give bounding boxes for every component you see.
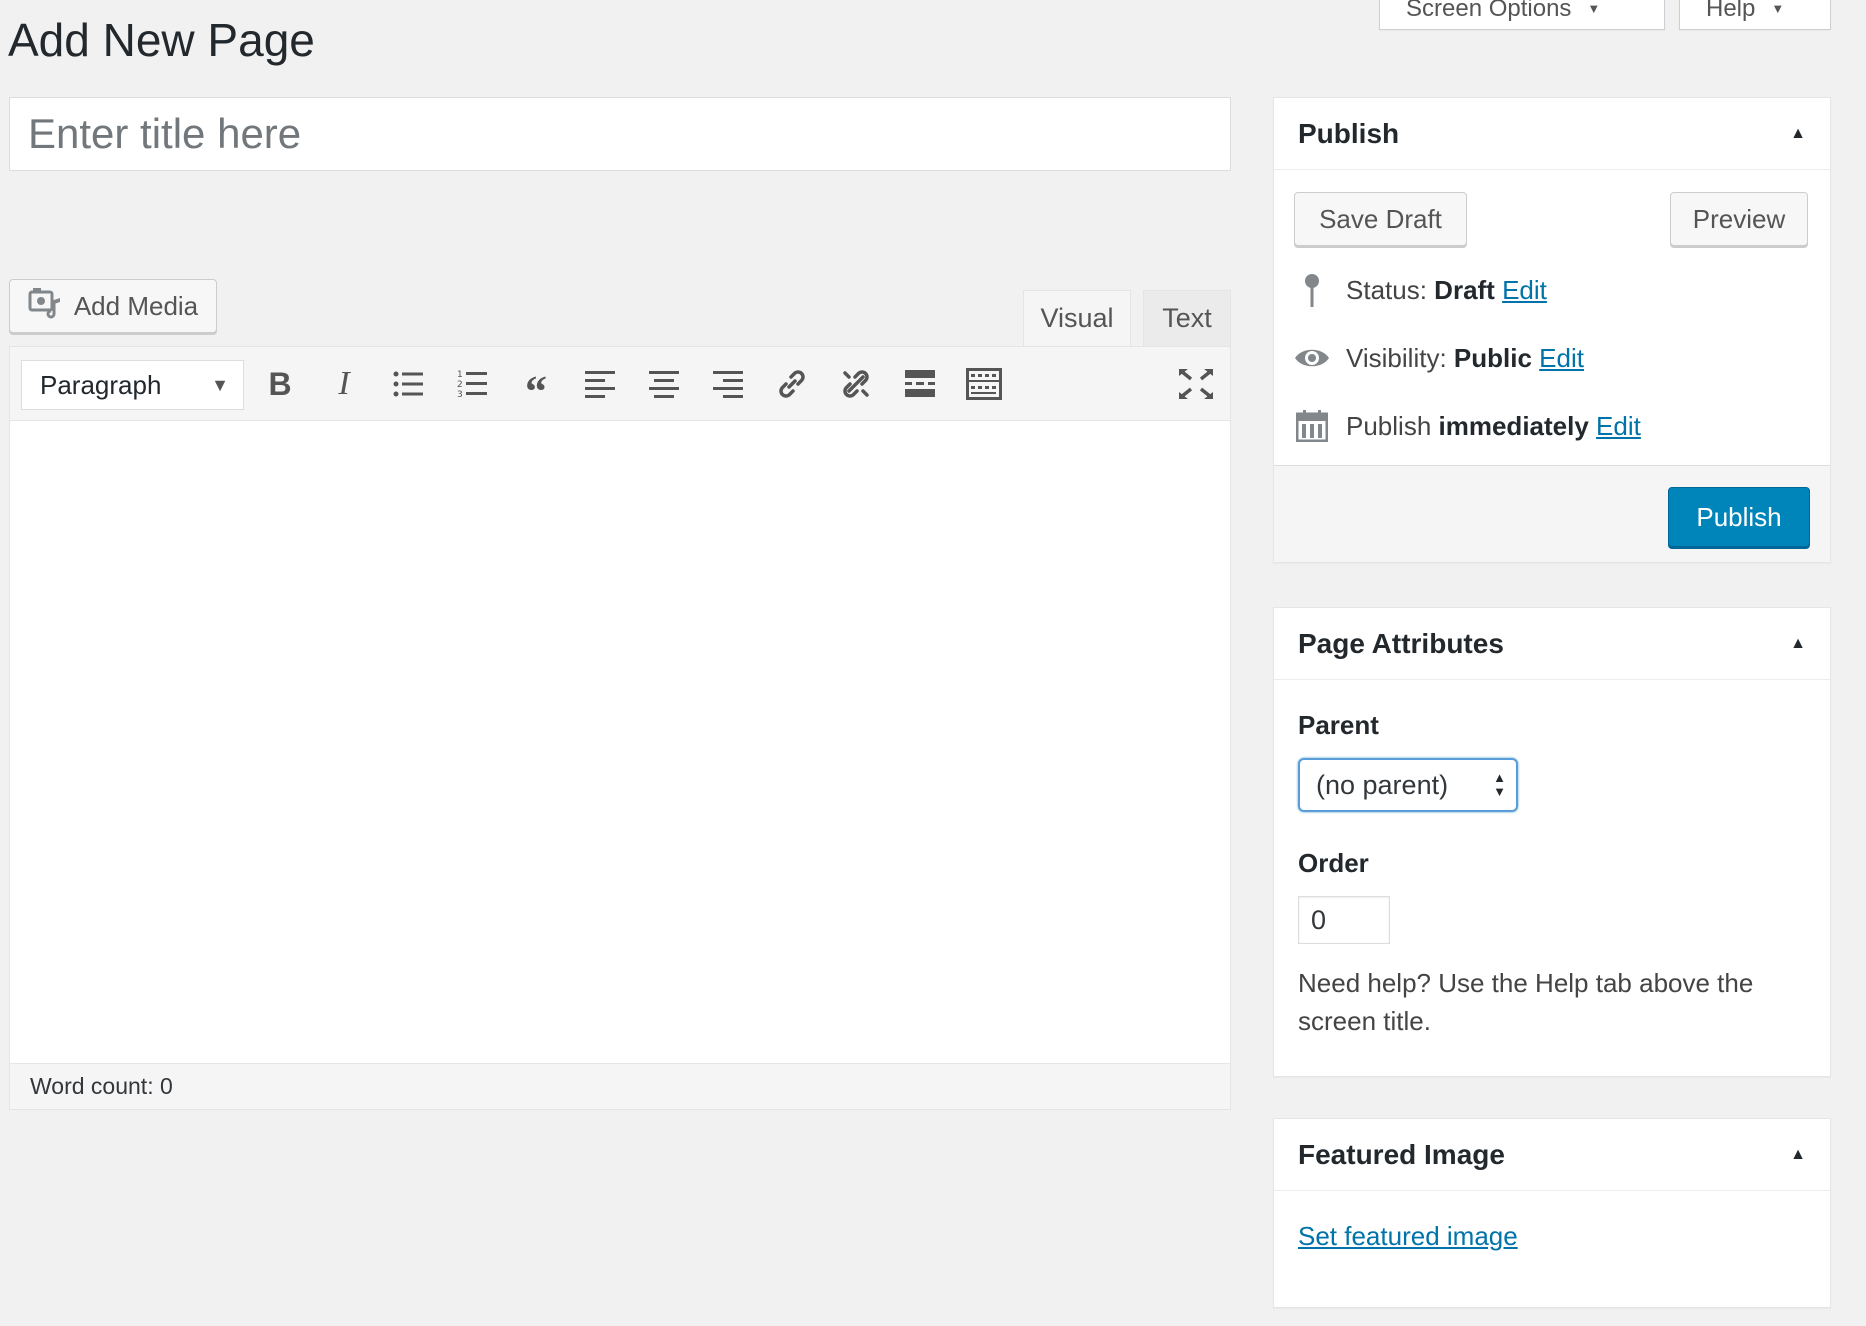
screen-options-button[interactable]: Screen Options ▼ <box>1379 0 1665 30</box>
select-arrows-icon: ▲ ▼ <box>1493 770 1506 799</box>
collapse-toggle-icon[interactable]: ▲ <box>1790 1146 1806 1164</box>
publish-actions: Publish <box>1274 465 1830 562</box>
save-draft-button[interactable]: Save Draft <box>1294 192 1467 246</box>
add-media-label: Add Media <box>73 290 199 321</box>
tab-text[interactable]: Text <box>1143 290 1231 346</box>
svg-text:1: 1 <box>457 370 463 380</box>
status-label: Status: <box>1346 274 1427 305</box>
visibility-row: Visibility: Public Edit <box>1294 338 1584 378</box>
align-center-icon[interactable] <box>641 361 687 407</box>
editor-toolbar: Paragraph ▼ B I 123 “ <box>10 347 1230 421</box>
parent-label: Parent <box>1298 710 1379 740</box>
caret-down-icon: ▼ <box>1771 1 1785 16</box>
bold-icon[interactable]: B <box>257 361 303 407</box>
edit-status-link[interactable]: Edit <box>1502 275 1547 305</box>
publish-time-row: Publish immediately Edit <box>1294 406 1641 446</box>
format-select[interactable]: Paragraph ▼ <box>21 360 244 410</box>
align-right-icon[interactable] <box>705 361 751 407</box>
featured-image-box: Featured Image ▲ Set featured image <box>1273 1118 1831 1308</box>
publish-button[interactable]: Publish <box>1668 487 1810 547</box>
set-featured-image-link[interactable]: Set featured image <box>1298 1221 1518 1252</box>
collapse-toggle-icon[interactable]: ▲ <box>1790 125 1806 143</box>
caret-down-icon: ▼ <box>1587 1 1601 16</box>
publish-label: Publish <box>1346 410 1432 441</box>
content-editor: Paragraph ▼ B I 123 “ Word count: 0 <box>9 346 1231 1110</box>
toolbar-toggle-icon[interactable] <box>961 361 1007 407</box>
page-attributes-title: Page Attributes <box>1298 627 1504 659</box>
eye-icon <box>1294 346 1330 370</box>
visibility-label: Visibility: <box>1346 342 1447 373</box>
publish-box: Publish ▲ Save Draft Preview Status: Dra… <box>1273 97 1831 563</box>
preview-button[interactable]: Preview <box>1670 192 1808 246</box>
screen-options-label: Screen Options <box>1406 0 1572 22</box>
page-attributes-header[interactable]: Page Attributes ▲ <box>1274 608 1830 680</box>
order-label: Order <box>1298 848 1369 878</box>
collapse-toggle-icon[interactable]: ▲ <box>1790 635 1806 653</box>
edit-publish-time-link[interactable]: Edit <box>1596 411 1641 441</box>
status-value: Draft <box>1434 274 1495 305</box>
parent-select[interactable]: (no parent) ▲ ▼ <box>1298 758 1518 812</box>
publish-box-title: Publish <box>1298 117 1400 149</box>
blockquote-icon[interactable]: “ <box>513 361 559 416</box>
featured-image-header[interactable]: Featured Image ▲ <box>1274 1119 1830 1191</box>
bulleted-list-icon[interactable] <box>385 361 431 407</box>
page-attributes-box: Page Attributes ▲ Parent (no parent) ▲ ▼ … <box>1273 607 1831 1077</box>
insert-link-icon[interactable] <box>769 361 815 407</box>
status-row: Status: Draft Edit <box>1294 270 1547 310</box>
title-placeholder: Enter title here <box>28 110 302 157</box>
media-icon <box>28 286 62 327</box>
help-text: Need help? Use the Help tab above the sc… <box>1298 968 1754 1036</box>
tab-visual[interactable]: Visual <box>1023 290 1131 346</box>
calendar-icon <box>1294 410 1330 442</box>
italic-icon[interactable]: I <box>321 361 367 407</box>
editor-content-area[interactable] <box>10 422 1230 1062</box>
order-input[interactable]: 0 <box>1298 896 1390 944</box>
featured-image-title: Featured Image <box>1298 1138 1505 1170</box>
parent-select-value: (no parent) <box>1316 769 1449 800</box>
caret-down-icon: ▼ <box>211 374 229 395</box>
remove-link-icon[interactable] <box>833 361 879 407</box>
pin-icon <box>1294 273 1330 307</box>
align-left-icon[interactable] <box>577 361 623 407</box>
help-label: Help <box>1706 0 1756 22</box>
add-media-button[interactable]: Add Media <box>9 279 217 333</box>
read-more-icon[interactable] <box>897 361 943 407</box>
publish-value: immediately <box>1438 410 1589 441</box>
format-select-value: Paragraph <box>40 369 162 400</box>
publish-box-header[interactable]: Publish ▲ <box>1274 98 1830 170</box>
page-title: Add New Page <box>8 14 315 66</box>
svg-text:3: 3 <box>457 390 463 399</box>
edit-visibility-link[interactable]: Edit <box>1539 343 1584 373</box>
numbered-list-icon[interactable]: 123 <box>449 361 495 407</box>
visibility-value: Public <box>1453 342 1532 373</box>
fullscreen-icon[interactable] <box>1173 361 1219 407</box>
svg-text:2: 2 <box>457 380 463 390</box>
word-count: Word count: 0 <box>10 1063 1230 1109</box>
help-button[interactable]: Help ▼ <box>1679 0 1831 30</box>
title-input[interactable]: Enter title here <box>9 97 1231 171</box>
